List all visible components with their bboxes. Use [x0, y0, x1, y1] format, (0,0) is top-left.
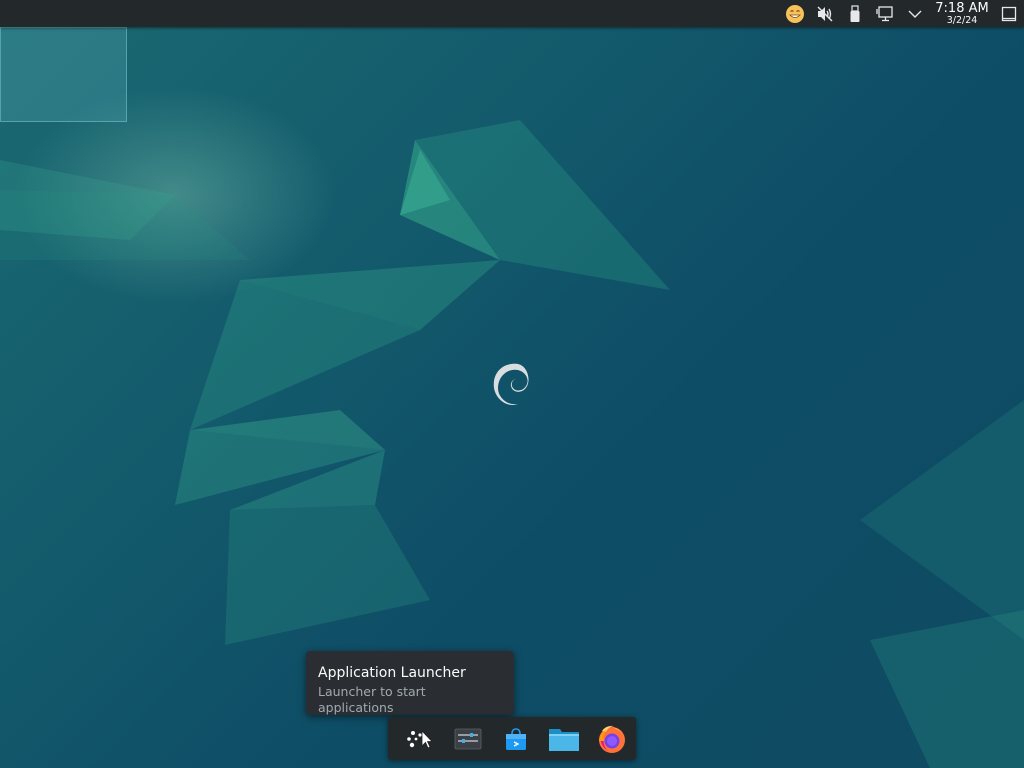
expand-tray-chevron-icon[interactable] — [900, 0, 930, 27]
top-panel: 7:18 AM 3/2/24 — [0, 0, 1024, 27]
debian-kickoff-icon — [407, 729, 433, 749]
clock-date: 3/2/24 — [946, 14, 978, 26]
desktop[interactable]: 7:18 AM 3/2/24 Application Launcher Laun… — [0, 0, 1024, 768]
folder-icon — [549, 728, 579, 751]
firefox-launcher[interactable] — [588, 717, 636, 760]
application-launcher-button[interactable] — [396, 717, 444, 760]
discover-launcher[interactable] — [492, 717, 540, 760]
file-manager-launcher[interactable] — [540, 717, 588, 760]
clock-time: 7:18 AM — [935, 0, 989, 16]
show-desktop-icon[interactable] — [994, 0, 1024, 27]
network-wired-icon[interactable] — [870, 0, 900, 27]
firefox-icon — [599, 725, 625, 753]
digital-clock[interactable]: 7:18 AM 3/2/24 — [930, 0, 994, 27]
debian-logo — [493, 363, 529, 406]
tooltip-title: Application Launcher — [318, 665, 466, 681]
emoji-selector-icon[interactable] — [780, 0, 810, 27]
bottom-panel — [388, 717, 636, 760]
pager-active-desktop[interactable] — [0, 27, 127, 122]
system-settings-launcher[interactable] — [444, 717, 492, 760]
usb-device-icon[interactable] — [840, 0, 870, 27]
launcher-tooltip: Application Launcher Launcher to start a… — [306, 651, 514, 715]
tooltip-subtitle: Launcher to start applications — [318, 684, 426, 715]
system-tray: 7:18 AM 3/2/24 — [780, 0, 1024, 27]
settings-sliders-icon — [454, 728, 482, 749]
shopping-bag-icon — [506, 727, 526, 750]
volume-muted-icon[interactable] — [810, 0, 840, 27]
